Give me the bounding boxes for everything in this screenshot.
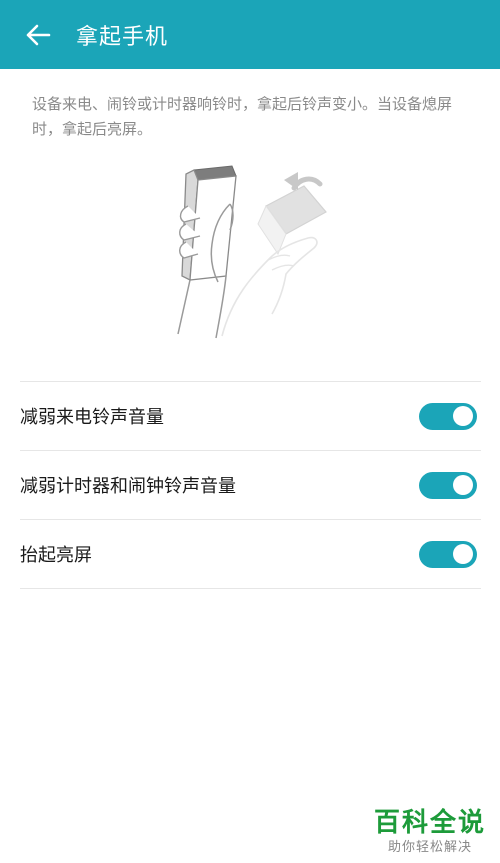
watermark-logo: 百科全说 助你轻松解决	[374, 807, 486, 857]
settings-list: 减弱来电铃声音量 减弱计时器和闹钟铃声音量 抬起亮屏	[20, 381, 481, 589]
toggle-switch[interactable]	[419, 540, 477, 568]
setting-label: 减弱来电铃声音量	[20, 407, 164, 428]
page-title: 拿起手机	[76, 24, 169, 50]
hand-lifting-phone-illustration	[177, 165, 327, 339]
feature-description: 设备来电、闹铃或计时器响铃时，拿起后铃声变小。当设备熄屏时，拿起后亮屏。	[32, 95, 453, 138]
toggle-switch[interactable]	[419, 402, 477, 430]
toggle-knob	[453, 544, 473, 564]
divider	[20, 588, 481, 589]
setting-row-reduce-call-ringtone[interactable]: 减弱来电铃声音量	[20, 382, 481, 450]
toggle-knob	[453, 406, 473, 426]
watermark-subtitle: 助你轻松解决	[387, 840, 472, 855]
app-screen: 拿起手机 设备来电、闹铃或计时器响铃时，拿起后铃声变小。当设备熄屏时，拿起后亮屏…	[0, 0, 500, 863]
setting-row-reduce-alarm-ringtone[interactable]: 减弱计时器和闹钟铃声音量	[20, 451, 481, 519]
toggle-switch[interactable]	[419, 471, 477, 499]
toggle-knob	[453, 475, 473, 495]
top-app-bar: 拿起手机	[0, 0, 500, 69]
setting-label: 减弱计时器和闹钟铃声音量	[20, 476, 236, 497]
setting-row-raise-to-wake[interactable]: 抬起亮屏	[20, 520, 481, 588]
watermark-brand: 百科全说	[373, 808, 486, 838]
back-button[interactable]	[0, 0, 76, 69]
setting-label: 抬起亮屏	[20, 545, 92, 566]
arrow-left-icon	[26, 24, 51, 45]
